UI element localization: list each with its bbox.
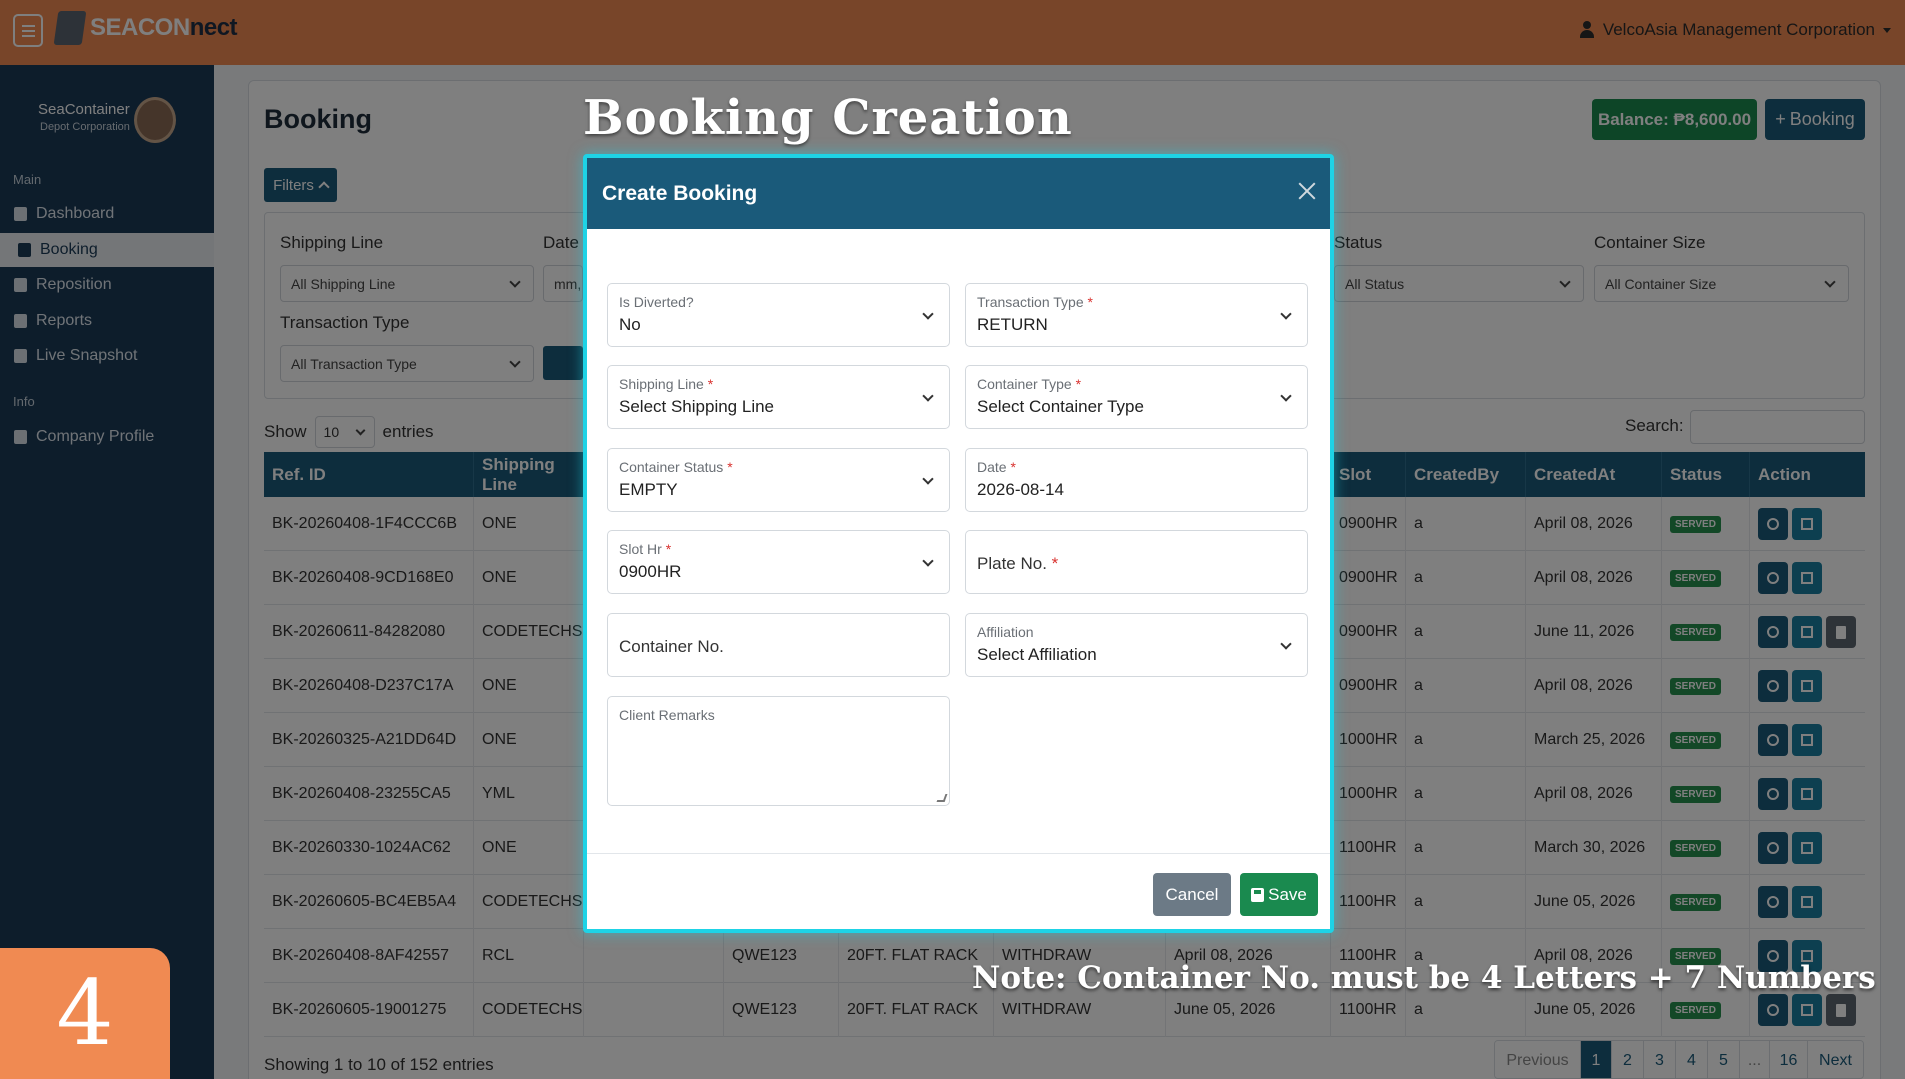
- tutorial-note: Note: Container No. must be 4 Letters + …: [972, 960, 1876, 996]
- affiliation-select[interactable]: Affiliation Select Affiliation: [965, 613, 1308, 677]
- modal-footer-divider: [587, 853, 1330, 854]
- chevron-down-icon: [922, 473, 934, 485]
- tutorial-title: Booking Creation: [583, 90, 1073, 146]
- chevron-down-icon: [922, 308, 934, 320]
- save-icon: [1251, 887, 1265, 902]
- shipping-line-select[interactable]: Shipping Line * Select Shipping Line: [607, 365, 950, 429]
- step-badge: 4: [0, 948, 170, 1079]
- chevron-down-icon: [1280, 390, 1292, 402]
- chevron-down-icon: [1280, 638, 1292, 650]
- cancel-button[interactable]: Cancel: [1153, 873, 1231, 916]
- create-booking-modal: Create Booking Is Diverted? No Transacti…: [583, 154, 1334, 933]
- slot-hr-select[interactable]: Slot Hr * 0900HR: [607, 530, 950, 594]
- transaction-type-select[interactable]: Transaction Type * RETURN: [965, 283, 1308, 347]
- chevron-down-icon: [922, 390, 934, 402]
- modal-title: Create Booking: [602, 182, 758, 205]
- modal-header: Create Booking: [587, 158, 1330, 229]
- container-status-select[interactable]: Container Status * EMPTY: [607, 448, 950, 512]
- client-remarks-textarea[interactable]: Client Remarks: [607, 696, 950, 806]
- chevron-down-icon: [1280, 308, 1292, 320]
- container-type-select[interactable]: Container Type * Select Container Type: [965, 365, 1308, 429]
- resize-handle-icon[interactable]: [936, 794, 948, 802]
- save-button[interactable]: Save: [1240, 873, 1318, 916]
- close-icon[interactable]: [1296, 180, 1318, 202]
- plate-no-field[interactable]: Plate No. *: [965, 530, 1308, 594]
- is-diverted-select[interactable]: Is Diverted? No: [607, 283, 950, 347]
- container-no-field[interactable]: Container No.: [607, 613, 950, 677]
- chevron-down-icon: [922, 555, 934, 567]
- date-field[interactable]: Date * 2026-08-14: [965, 448, 1308, 512]
